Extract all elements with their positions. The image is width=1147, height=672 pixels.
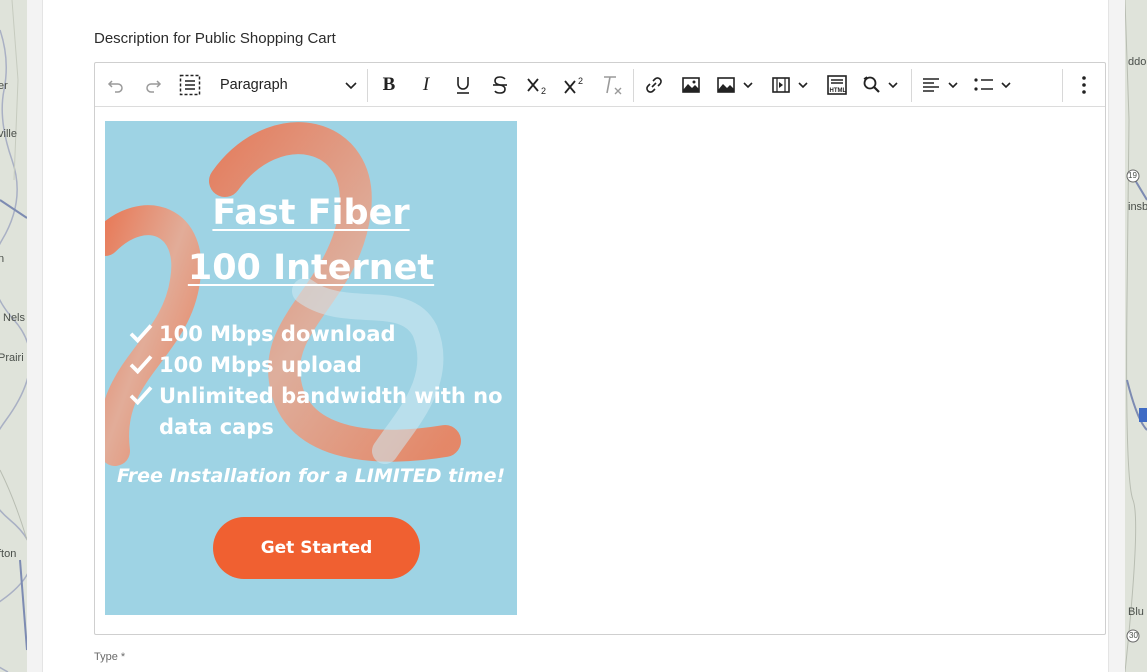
strikethrough-button[interactable] (487, 72, 513, 98)
promo-feature: 100 Mbps upload (123, 350, 509, 381)
link-icon (646, 77, 662, 93)
rich-text-editor: Paragraph B I 2 2 HTML Fast Fiber 100 In… (94, 62, 1106, 635)
toolbar-separator (911, 69, 912, 102)
map-label: Nels (3, 312, 26, 324)
select-all-icon (179, 74, 201, 96)
find-replace-dropdown[interactable] (861, 72, 905, 98)
svg-text:2: 2 (541, 86, 546, 95)
checkmark-icon (129, 324, 153, 343)
vertical-dots-icon (1082, 76, 1086, 94)
checkmark-icon (129, 355, 153, 374)
promo-feature-text: Unlimited bandwidth with no data caps (159, 384, 503, 439)
html-icon: HTML (827, 75, 847, 95)
editor-toolbar: Paragraph B I 2 2 HTML (95, 63, 1105, 107)
map-label: ville (0, 128, 17, 140)
redo-icon (146, 80, 162, 93)
promo-feature-list: 100 Mbps download 100 Mbps upload Unlimi… (123, 319, 509, 443)
toolbar-separator (633, 69, 634, 102)
image-icon (717, 77, 735, 93)
alignment-dropdown[interactable] (921, 72, 965, 98)
svg-text:HTML: HTML (830, 88, 847, 94)
select-all-button[interactable] (177, 72, 203, 98)
toolbar-separator (367, 69, 368, 102)
clear-formatting-button[interactable] (599, 72, 627, 98)
undo-button[interactable] (103, 72, 129, 98)
promo-feature-text: 100 Mbps upload (159, 353, 362, 377)
promo-feature-text: 100 Mbps download (159, 322, 396, 346)
map-background-right: ddor 19 insb Blu 30 (1125, 0, 1147, 672)
bold-button[interactable]: B (376, 72, 402, 98)
promo-feature: 100 Mbps download (123, 319, 509, 350)
type-field-label: Type * (94, 651, 126, 663)
map-roads-right (1125, 0, 1147, 672)
promo-image[interactable]: Fast Fiber 100 Internet 100 Mbps downloa… (105, 121, 517, 615)
map-label: Prairi (0, 352, 24, 364)
italic-button[interactable]: I (413, 72, 439, 98)
heading-select-value: Paragraph (220, 77, 288, 93)
map-label: 19 (1128, 171, 1137, 180)
chevron-down-icon (798, 82, 808, 89)
map-label: n (0, 253, 5, 265)
promo-feature: Unlimited bandwidth with no data caps (123, 381, 509, 443)
promo-title-line1: Fast Fiber (212, 193, 410, 233)
editor-content[interactable]: Fast Fiber 100 Internet 100 Mbps downloa… (105, 121, 517, 615)
map-label: er (0, 80, 8, 92)
image-button[interactable] (678, 72, 704, 98)
content-panel: Description for Public Shopping Cart Par… (27, 0, 1125, 672)
superscript-icon: 2 (564, 76, 583, 94)
underline-button[interactable] (450, 72, 476, 98)
undo-icon (107, 80, 123, 93)
chevron-down-icon (345, 82, 357, 90)
map-background-left: er ville n Nels Prairi fton (0, 0, 27, 672)
chevron-down-icon (948, 82, 958, 89)
chevron-down-icon (1001, 82, 1011, 89)
underline-icon (457, 77, 469, 94)
checkmark-icon (129, 386, 153, 405)
map-roads-left (0, 0, 27, 672)
map-label: insb (1128, 201, 1147, 213)
form-card: Description for Public Shopping Cart Par… (42, 0, 1109, 672)
clear-formatting-icon (604, 76, 622, 95)
subscript-button[interactable]: 2 (524, 72, 552, 98)
chevron-down-icon (888, 82, 898, 89)
list-dropdown[interactable] (973, 72, 1019, 98)
map-label: Blu (1128, 606, 1144, 618)
bulleted-list-icon (974, 78, 993, 91)
html-embed-button[interactable]: HTML (824, 72, 850, 98)
map-label: ddor (1128, 56, 1147, 68)
map-label: fton (0, 548, 17, 560)
promo-title-line2: 100 Internet (187, 248, 435, 288)
promo-offer-text: Free Installation for a LIMITED time! (116, 465, 506, 487)
image-icon (682, 77, 700, 93)
more-options-button[interactable] (1072, 72, 1096, 98)
bold-icon: B (382, 74, 396, 95)
insert-image-dropdown[interactable] (716, 72, 760, 98)
italic-icon: I (422, 74, 430, 95)
get-started-button[interactable]: Get Started (213, 517, 420, 579)
media-dropdown[interactable] (771, 72, 815, 98)
toolbar-separator (1062, 69, 1063, 102)
superscript-button[interactable]: 2 (561, 72, 589, 98)
map-label: 30 (1129, 631, 1138, 640)
align-left-icon (923, 78, 939, 92)
find-replace-icon (863, 76, 880, 93)
chevron-down-icon (743, 82, 753, 89)
description-field-label: Description for Public Shopping Cart (94, 30, 336, 47)
svg-text:2: 2 (578, 76, 583, 86)
strikethrough-icon (493, 76, 507, 94)
media-icon (772, 77, 790, 93)
subscript-icon: 2 (527, 78, 546, 95)
heading-select[interactable]: Paragraph (210, 72, 366, 98)
link-button[interactable] (641, 72, 667, 98)
redo-button[interactable] (140, 72, 166, 98)
